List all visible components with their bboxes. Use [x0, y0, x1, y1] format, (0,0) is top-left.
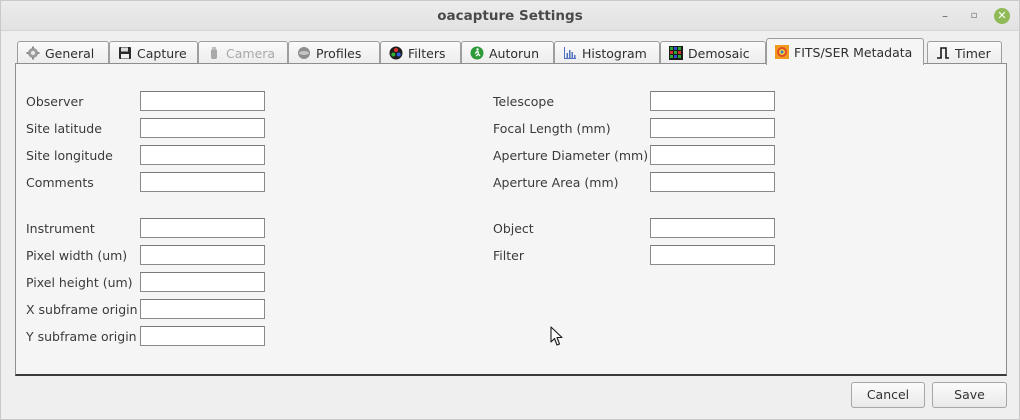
floppy-disk-icon [118, 46, 132, 60]
site-latitude-label: Site latitude [26, 121, 102, 136]
settings-window: oacapture Settings – ▫ ✕ General Capture… [0, 0, 1020, 420]
timer-icon [936, 46, 950, 60]
object-input[interactable] [650, 218, 775, 238]
fits-icon [775, 45, 789, 59]
focal-length-label: Focal Length (mm) [493, 121, 611, 136]
pixel-height-input[interactable] [140, 272, 265, 292]
cancel-button[interactable]: Cancel [851, 382, 925, 408]
pixel-width-input[interactable] [140, 245, 265, 265]
tab-filters[interactable]: Filters [380, 41, 461, 64]
observer-label: Observer [26, 94, 84, 109]
tab-camera[interactable]: Camera [198, 41, 288, 64]
tab-label: Camera [226, 45, 276, 61]
pixel-height-label: Pixel height (um) [26, 275, 133, 290]
x-subframe-origin-label: X subframe origin [26, 302, 138, 317]
gear-icon [26, 46, 40, 60]
telescope-input[interactable] [650, 91, 775, 111]
aperture-area-label: Aperture Area (mm) [493, 175, 619, 190]
maximize-icon[interactable]: ▫ [965, 7, 983, 25]
window-title: oacapture Settings [437, 8, 583, 24]
profiles-icon [297, 46, 311, 60]
filter-input[interactable] [650, 245, 775, 265]
metadata-panel: Observer Site latitude Site longitude Co… [15, 63, 1007, 376]
title-bar[interactable]: oacapture Settings – ▫ ✕ [1, 1, 1019, 31]
histogram-icon [563, 46, 577, 60]
filters-icon [389, 46, 403, 60]
demosaic-icon [669, 46, 683, 60]
filter-label: Filter [493, 248, 524, 263]
object-label: Object [493, 221, 534, 236]
tab-fits-ser-metadata[interactable]: FITS/SER Metadata [766, 38, 924, 65]
tab-demosaic[interactable]: Demosaic [660, 41, 766, 64]
focal-length-input[interactable] [650, 118, 775, 138]
tab-label: General [45, 45, 95, 61]
tab-label: Demosaic [688, 45, 750, 61]
telescope-label: Telescope [493, 94, 555, 109]
tab-label: FITS/SER Metadata [794, 44, 913, 60]
instrument-input[interactable] [140, 218, 265, 238]
comments-label: Comments [26, 175, 94, 190]
aperture-diameter-label: Aperture Diameter (mm) [493, 148, 649, 163]
observer-input[interactable] [140, 91, 265, 111]
instrument-label: Instrument [26, 221, 95, 236]
x-subframe-origin-input[interactable] [140, 299, 265, 319]
site-longitude-label: Site longitude [26, 148, 113, 163]
tab-profiles[interactable]: Profiles [288, 41, 380, 64]
site-longitude-input[interactable] [140, 145, 265, 165]
tab-capture[interactable]: Capture [109, 41, 198, 64]
mouse-pointer-icon [550, 326, 564, 350]
camera-icon [207, 46, 221, 60]
tab-label: Capture [137, 45, 187, 61]
close-icon[interactable]: ✕ [994, 8, 1010, 24]
tab-label: Filters [408, 45, 446, 61]
tab-general[interactable]: General [17, 41, 109, 64]
tab-label: Profiles [316, 45, 362, 61]
tab-autorun[interactable]: Autorun [461, 41, 554, 64]
autorun-icon [470, 46, 484, 60]
aperture-area-input[interactable] [650, 172, 775, 192]
tab-histogram[interactable]: Histogram [554, 41, 660, 64]
minimize-icon[interactable]: – [936, 7, 954, 25]
tab-timer[interactable]: Timer [927, 41, 1002, 64]
y-subframe-origin-input[interactable] [140, 326, 265, 346]
tab-label: Timer [955, 45, 991, 61]
y-subframe-origin-label: Y subframe origin [26, 329, 137, 344]
tab-label: Autorun [489, 45, 540, 61]
pixel-width-label: Pixel width (um) [26, 248, 128, 263]
save-button[interactable]: Save [932, 382, 1007, 408]
tab-label: Histogram [582, 45, 647, 61]
site-latitude-input[interactable] [140, 118, 265, 138]
aperture-diameter-input[interactable] [650, 145, 775, 165]
tab-bar: General Capture Camera Profiles Filters [17, 38, 1007, 65]
comments-input[interactable] [140, 172, 265, 192]
